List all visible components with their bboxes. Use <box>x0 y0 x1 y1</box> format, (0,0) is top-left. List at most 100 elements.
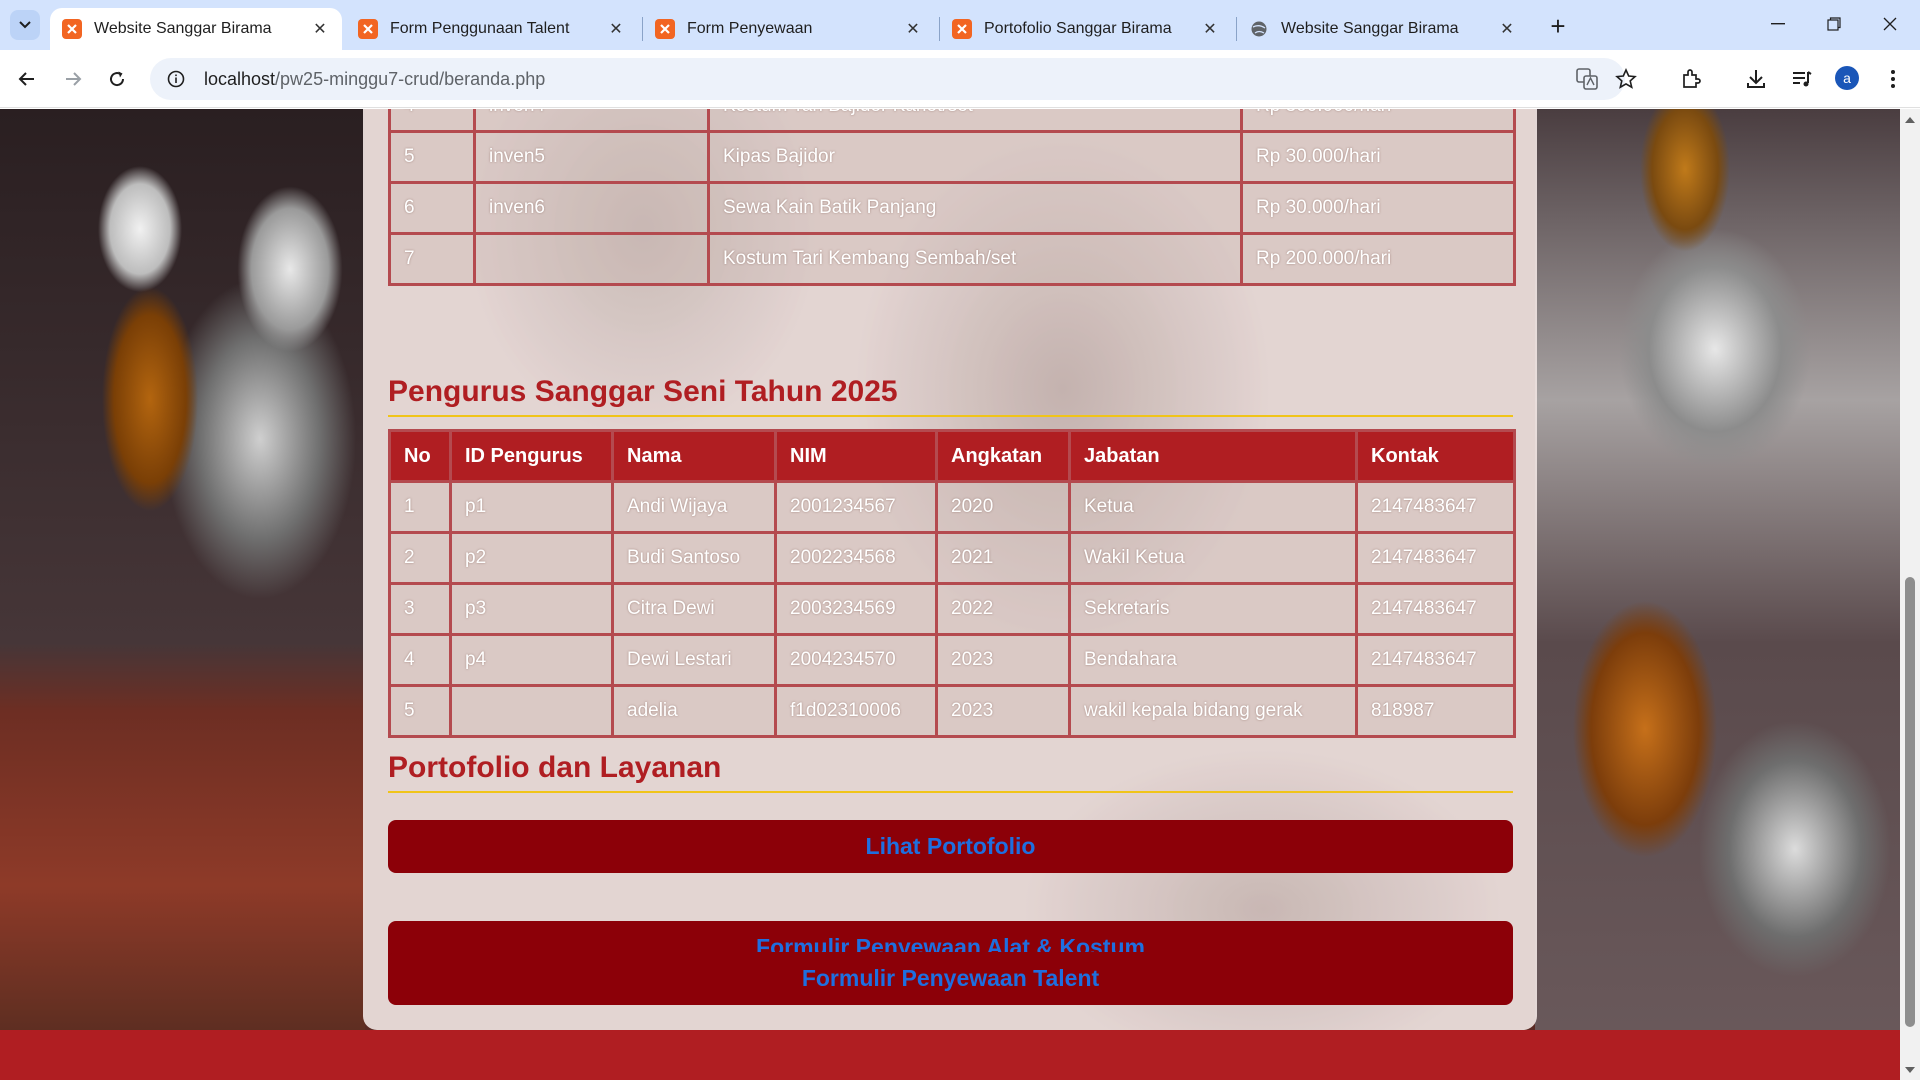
table-cell: adelia <box>611 684 777 738</box>
column-header: Nama <box>611 429 777 483</box>
table-row: 6 inven6 Sewa Kain Batik Panjang Rp 30.000/… <box>388 181 1516 235</box>
table-cell: wakil kepala bidang gerak <box>1068 684 1358 738</box>
inventory-cell-name: Sewa Kain Batik Panjang <box>707 181 1243 235</box>
table-row: 3 p3 Citra Dewi 2003234569 2022 Sekretaris 214… <box>388 582 1516 636</box>
table-row: 4 p4 Dewi Lestari 2004234570 2023 Bendahara 21… <box>388 633 1516 687</box>
close-icon[interactable]: ✕ <box>310 19 330 39</box>
table-row: 2 p2 Budi Santoso 2002234568 2021 Wakil Ketua… <box>388 531 1516 585</box>
table-cell: 2147483647 <box>1355 531 1516 585</box>
tab-search-button[interactable] <box>10 10 40 40</box>
table-cell: Dewi Lestari <box>611 633 777 687</box>
forward-button[interactable] <box>56 62 90 96</box>
inventory-cell-price: Rp 300.000/hari <box>1240 109 1516 133</box>
scrollbar-thumb[interactable] <box>1905 577 1915 1027</box>
table-row: 1 p1 Andi Wijaya 2001234567 2020 Ketua 2147483… <box>388 480 1516 534</box>
inventory-cell-id <box>473 232 710 286</box>
tab-website-sanggar-birama[interactable]: Website Sanggar Birama ✕ <box>50 8 342 50</box>
download-icon[interactable] <box>1739 62 1773 96</box>
arrow-left-icon <box>18 72 34 86</box>
tab-portofolio-sanggar-birama[interactable]: Portofolio Sanggar Birama ✕ <box>940 8 1232 50</box>
portfolio-section-title: Portofolio dan Layanan <box>388 751 1513 793</box>
close-icon[interactable]: ✕ <box>1497 19 1517 39</box>
inventory-cell-price: Rp 200.000/hari <box>1240 232 1516 286</box>
table-header-row: No ID Pengurus Nama NIM Angkatan Jabatan Konta… <box>388 429 1516 483</box>
scroll-down-icon[interactable] <box>1904 1064 1916 1076</box>
inventory-cell-price: Rp 30.000/hari <box>1240 181 1516 235</box>
table-row: 4inven4Kostum Tari Bajidor Kahot/setRp 3… <box>388 109 1516 133</box>
tab-title: Website Sanggar Birama <box>94 20 272 37</box>
inventory-cell-no: 7 <box>388 232 476 286</box>
restore-icon <box>1827 17 1841 31</box>
table-cell: 2022 <box>935 582 1071 636</box>
close-window-button[interactable] <box>1862 0 1918 48</box>
inventory-cell-name: Kostum Tari Bajidor Kahot/set <box>707 109 1243 133</box>
table-cell: 4 <box>388 633 452 687</box>
bookmark-star-icon[interactable] <box>1614 67 1638 91</box>
xampp-icon <box>655 19 675 39</box>
table-cell: Wakil Ketua <box>1068 531 1358 585</box>
inventory-cell-id: inven5 <box>473 130 710 184</box>
browser-tab-strip: Website Sanggar Birama ✕ Form Penggunaan… <box>0 0 1920 50</box>
table-cell: Ketua <box>1068 480 1358 534</box>
table-cell: 2147483647 <box>1355 582 1516 636</box>
reload-button[interactable] <box>100 62 134 96</box>
browser-toolbar: localhost/pw25-minggu7-crud/beranda.php <box>0 50 1920 108</box>
column-header: Kontak <box>1355 429 1516 483</box>
inventory-cell-no: 5 <box>388 130 476 184</box>
close-icon[interactable]: ✕ <box>606 19 626 39</box>
url-text: localhost/pw25-minggu7-crud/beranda.php <box>204 69 545 90</box>
table-cell: 818987 <box>1355 684 1516 738</box>
inventory-cell-no: 6 <box>388 181 476 235</box>
lihat-portofolio-button[interactable]: Lihat Portofolio <box>388 820 1513 873</box>
close-icon[interactable]: ✕ <box>1200 19 1220 39</box>
formulir-penyewaan-talent-button[interactable]: Formulir Penyewaan Talent <box>388 952 1513 1005</box>
table-cell: p1 <box>449 480 614 534</box>
more-menu-icon[interactable] <box>1876 62 1910 96</box>
table-cell: Budi Santoso <box>611 531 777 585</box>
xampp-icon <box>358 19 378 39</box>
column-header: Angkatan <box>935 429 1071 483</box>
column-header: ID Pengurus <box>449 429 614 483</box>
address-bar[interactable]: localhost/pw25-minggu7-crud/beranda.php <box>150 58 1637 100</box>
chevron-down-icon <box>19 21 31 29</box>
site-info-icon[interactable] <box>164 67 188 91</box>
translate-icon[interactable] <box>1575 67 1599 91</box>
page-footer <box>0 1030 1900 1080</box>
table-row: 7 Kostum Tari Kembang Sembah/set Rp 200.00… <box>388 232 1516 286</box>
table-cell: 2023 <box>935 633 1071 687</box>
table-cell <box>449 684 614 738</box>
xampp-icon <box>952 19 972 39</box>
inventory-cell-name: Kipas Bajidor <box>707 130 1243 184</box>
restore-button[interactable] <box>1806 0 1862 48</box>
table-cell: p3 <box>449 582 614 636</box>
back-button[interactable] <box>10 62 44 96</box>
arrow-right-icon <box>66 72 82 86</box>
tab-title: Form Penyewaan <box>687 20 813 37</box>
tab-website-sanggar-birama-2[interactable]: Website Sanggar Birama ✕ <box>1237 8 1529 50</box>
tab-form-penggunaan-talent[interactable]: Form Penggunaan Talent ✕ <box>346 8 638 50</box>
table-row: 5 adelia f1d02310006 2023 wakil kepala bidan… <box>388 684 1516 738</box>
close-icon[interactable]: ✕ <box>903 19 923 39</box>
tab-title: Website Sanggar Birama <box>1281 20 1459 37</box>
background-photo-left <box>0 109 365 1080</box>
media-control-icon[interactable] <box>1785 62 1819 96</box>
column-header: Jabatan <box>1068 429 1358 483</box>
extensions-icon[interactable] <box>1674 62 1708 96</box>
table-cell: 2023 <box>935 684 1071 738</box>
background-photo-right <box>1535 109 1900 1080</box>
minimize-button[interactable] <box>1750 0 1806 48</box>
page-scrollbar[interactable] <box>1900 109 1920 1080</box>
tab-title: Portofolio Sanggar Birama <box>984 20 1172 37</box>
table-cell: 2020 <box>935 480 1071 534</box>
table-cell: 2003234569 <box>774 582 938 636</box>
table-cell: 2021 <box>935 531 1071 585</box>
new-tab-button[interactable]: + <box>1544 11 1572 41</box>
table-cell: p2 <box>449 531 614 585</box>
avatar[interactable]: a <box>1835 66 1859 90</box>
table-cell: 1 <box>388 480 452 534</box>
page-viewport: 4inven4Kostum Tari Bajidor Kahot/setRp 3… <box>0 109 1900 1080</box>
minimize-icon <box>1771 23 1785 25</box>
tab-title: Form Penggunaan Talent <box>390 20 570 37</box>
tab-form-penyewaan[interactable]: Form Penyewaan ✕ <box>643 8 935 50</box>
scroll-up-icon[interactable] <box>1904 113 1916 125</box>
